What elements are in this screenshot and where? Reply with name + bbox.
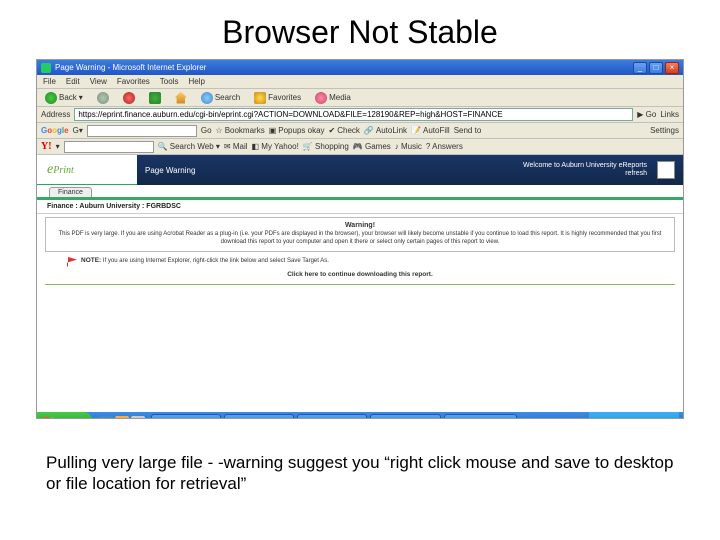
outlook-icon — [231, 418, 241, 419]
note-row: NOTE: If you are using Internet Explorer… — [37, 255, 683, 269]
menu-tools[interactable]: Tools — [160, 77, 179, 86]
menu-file[interactable]: File — [43, 77, 56, 86]
refresh-icon — [149, 92, 161, 104]
google-autolink[interactable]: 🔗 AutoLink — [364, 126, 407, 135]
screenshot: Page Warning - Microsoft Internet Explor… — [36, 59, 684, 419]
maximize-button[interactable]: □ — [649, 62, 663, 74]
task-pagewarning[interactable]: Page Warnin... — [444, 414, 517, 419]
refresh-link[interactable]: refresh — [523, 170, 647, 178]
warning-heading: Warning! — [52, 222, 668, 229]
menu-help[interactable]: Help — [188, 77, 204, 86]
media-icon — [315, 92, 327, 104]
menu-bar: File Edit View Favorites Tools Help — [37, 75, 683, 89]
tray-shield-icon[interactable] — [595, 418, 605, 419]
yahoo-my[interactable]: ◧ My Yahoo! — [252, 142, 299, 151]
links-button[interactable]: Links — [660, 110, 679, 119]
welcome-text: Welcome to Auburn University eReports — [523, 162, 647, 170]
google-search-input[interactable] — [87, 125, 197, 137]
flag-icon — [67, 257, 77, 267]
yahoo-searchweb[interactable]: 🔍 Search Web ▾ — [158, 142, 220, 151]
note-label: NOTE: — [81, 257, 101, 264]
google-settings[interactable]: Settings — [650, 126, 679, 135]
close-button[interactable]: × — [665, 62, 679, 74]
stop-button[interactable] — [119, 91, 139, 105]
yahoo-music[interactable]: ♪ Music — [395, 142, 422, 151]
eprint-logo: Print — [37, 155, 137, 185]
tray-volume-icon[interactable] — [608, 418, 618, 419]
taskbar: start Novell-deli... Inbox - Micr... ePr… — [37, 412, 683, 419]
yahoo-shopping[interactable]: 🛒 Shopping — [303, 142, 349, 151]
page-icon — [657, 161, 675, 179]
google-bookmarks[interactable]: ☆ Bookmarks — [216, 126, 265, 135]
back-icon — [45, 92, 57, 104]
yahoo-search-input[interactable] — [64, 141, 154, 153]
favorites-button[interactable]: Favorites — [250, 91, 305, 105]
slide-title: Browser Not Stable — [0, 0, 720, 59]
forward-button[interactable] — [93, 91, 113, 105]
yahoo-mail[interactable]: ✉ Mail — [224, 142, 248, 151]
google-sendto[interactable]: Send to — [454, 126, 482, 135]
window-title: Page Warning - Microsoft Internet Explor… — [55, 63, 206, 72]
note-text: If you are using Internet Explorer, righ… — [103, 258, 329, 264]
calendar-icon — [377, 418, 387, 419]
nav-toolbar: Back ▾ Search Favorites Media — [37, 89, 683, 107]
windows-icon — [43, 417, 55, 419]
ql-ie-icon[interactable] — [99, 416, 113, 419]
google-autofill[interactable]: 📝 AutoFill — [411, 126, 450, 135]
address-input[interactable] — [74, 108, 633, 121]
content-blank — [37, 287, 683, 412]
menu-favorites[interactable]: Favorites — [117, 77, 150, 86]
task-inbox[interactable]: Inbox - Micr... — [224, 414, 294, 419]
tab-finance[interactable]: Finance — [49, 187, 92, 197]
ie-icon — [41, 63, 51, 73]
ppt-icon — [304, 418, 314, 419]
yahoo-logo: Y! — [41, 141, 52, 152]
refresh-button[interactable] — [145, 91, 165, 105]
google-logo: Google — [41, 126, 69, 135]
ql-outlook-icon[interactable] — [115, 416, 129, 419]
home-button[interactable] — [171, 91, 191, 105]
search-icon — [201, 92, 213, 104]
minimize-button[interactable]: _ — [633, 62, 647, 74]
tray-alert-icon[interactable] — [621, 418, 631, 419]
yahoo-games[interactable]: 🎮 Games — [353, 142, 391, 151]
page-header: Print Page Warning Welcome to Auburn Uni… — [37, 155, 683, 185]
google-check[interactable]: ✔ Check — [329, 126, 360, 135]
ie-task-icon — [451, 418, 461, 419]
star-icon — [254, 92, 266, 104]
quick-launch — [96, 416, 148, 419]
address-bar: Address ▶ Go Links — [37, 107, 683, 123]
task-eprint[interactable]: ePrint Train... — [297, 414, 367, 419]
back-button[interactable]: Back ▾ — [41, 91, 87, 105]
novell-icon — [158, 418, 168, 419]
google-go-button[interactable]: Go — [201, 126, 212, 135]
address-label: Address — [41, 110, 70, 119]
warning-body: This PDF is very large. If you are using… — [52, 231, 668, 247]
menu-view[interactable]: View — [90, 77, 107, 86]
ql-desktop-icon[interactable] — [131, 416, 145, 419]
start-button[interactable]: start — [37, 412, 93, 419]
tab-row: Finance — [37, 185, 683, 198]
media-button[interactable]: Media — [311, 91, 355, 105]
page-warning-title: Page Warning — [145, 166, 195, 175]
window-titlebar: Page Warning - Microsoft Internet Explor… — [37, 60, 683, 75]
search-button[interactable]: Search — [197, 91, 244, 105]
slide-caption: Pulling very large file - -warning sugge… — [46, 452, 674, 495]
home-icon — [175, 92, 187, 104]
google-toolbar: Google G▾ Go ☆ Bookmarks ▣ Popups okay ✔… — [37, 123, 683, 139]
yahoo-answers[interactable]: ? Answers — [426, 142, 463, 151]
go-button[interactable]: ▶ Go — [637, 110, 656, 119]
warning-box: Warning! This PDF is very large. If you … — [45, 217, 675, 252]
task-meeting[interactable]: Meeting - Mi... — [370, 414, 441, 419]
breadcrumb: Finance : Auburn University : FGRBDSC — [37, 200, 683, 214]
menu-edit[interactable]: Edit — [66, 77, 80, 86]
task-novell[interactable]: Novell-deli... — [151, 414, 221, 419]
forward-icon — [97, 92, 109, 104]
google-popups[interactable]: ▣ Popups okay — [269, 126, 325, 135]
continue-link[interactable]: Click here to continue downloading this … — [37, 269, 683, 282]
stop-icon — [123, 92, 135, 104]
system-tray: 4:03 PM — [589, 412, 679, 419]
yahoo-toolbar: Y! ▾ 🔍 Search Web ▾ ✉ Mail ◧ My Yahoo! 🛒… — [37, 139, 683, 155]
tray-network-icon[interactable] — [634, 418, 644, 419]
